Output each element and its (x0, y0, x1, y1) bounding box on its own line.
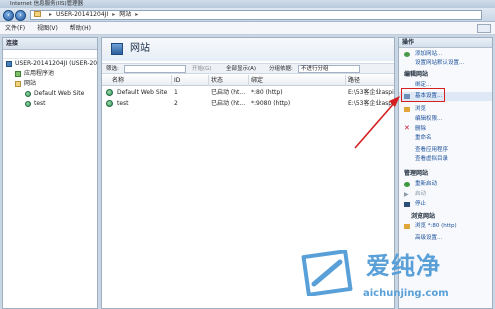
watermark-logo (301, 250, 353, 296)
watermark-url: aichunjing.com (363, 288, 449, 299)
watermark-brand: 爱纯净 (366, 252, 441, 280)
